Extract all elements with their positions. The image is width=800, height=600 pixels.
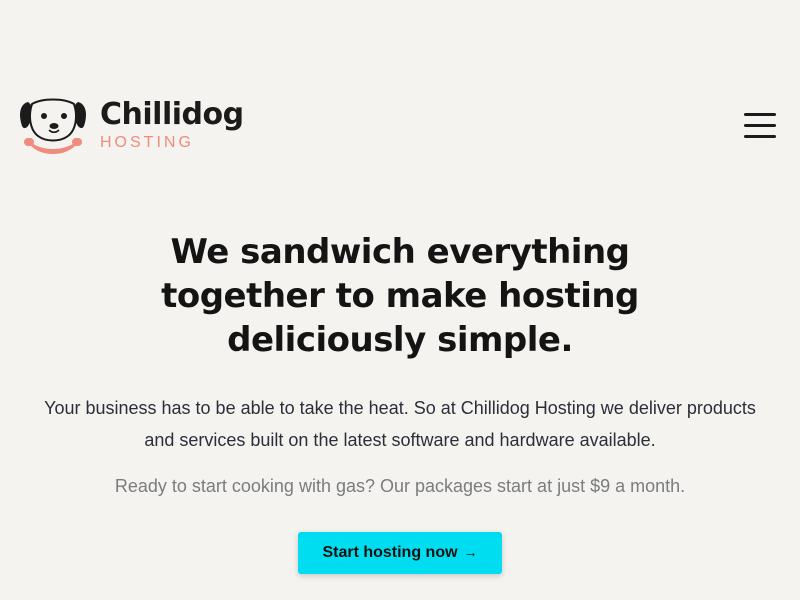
arrow-right-icon: → (463, 544, 478, 560)
menu-bar (744, 135, 776, 138)
start-hosting-button[interactable]: Start hosting now → (298, 532, 502, 574)
brand-name: Chillidog (100, 97, 244, 132)
hero-pricing-note: Ready to start cooking with gas? Our pac… (114, 476, 686, 496)
menu-bar (744, 124, 776, 127)
hero-section: We sandwich everything together to make … (0, 230, 800, 574)
page: Chillidog HOSTING We sandwich everything… (0, 0, 800, 600)
menu-bar (744, 113, 776, 116)
brand-logo[interactable]: Chillidog HOSTING (18, 96, 244, 154)
hamburger-menu-icon[interactable] (744, 113, 776, 139)
site-header: Chillidog HOSTING (0, 0, 800, 200)
start-hosting-label: Start hosting now (322, 544, 458, 561)
brand-text: Chillidog HOSTING (100, 98, 244, 152)
brand-subtitle: HOSTING (100, 134, 194, 151)
hero-lead: Your business has to be able to take the… (44, 398, 756, 450)
dog-logo-icon (20, 98, 86, 154)
hero-headline: We sandwich everything together to make … (161, 232, 639, 360)
